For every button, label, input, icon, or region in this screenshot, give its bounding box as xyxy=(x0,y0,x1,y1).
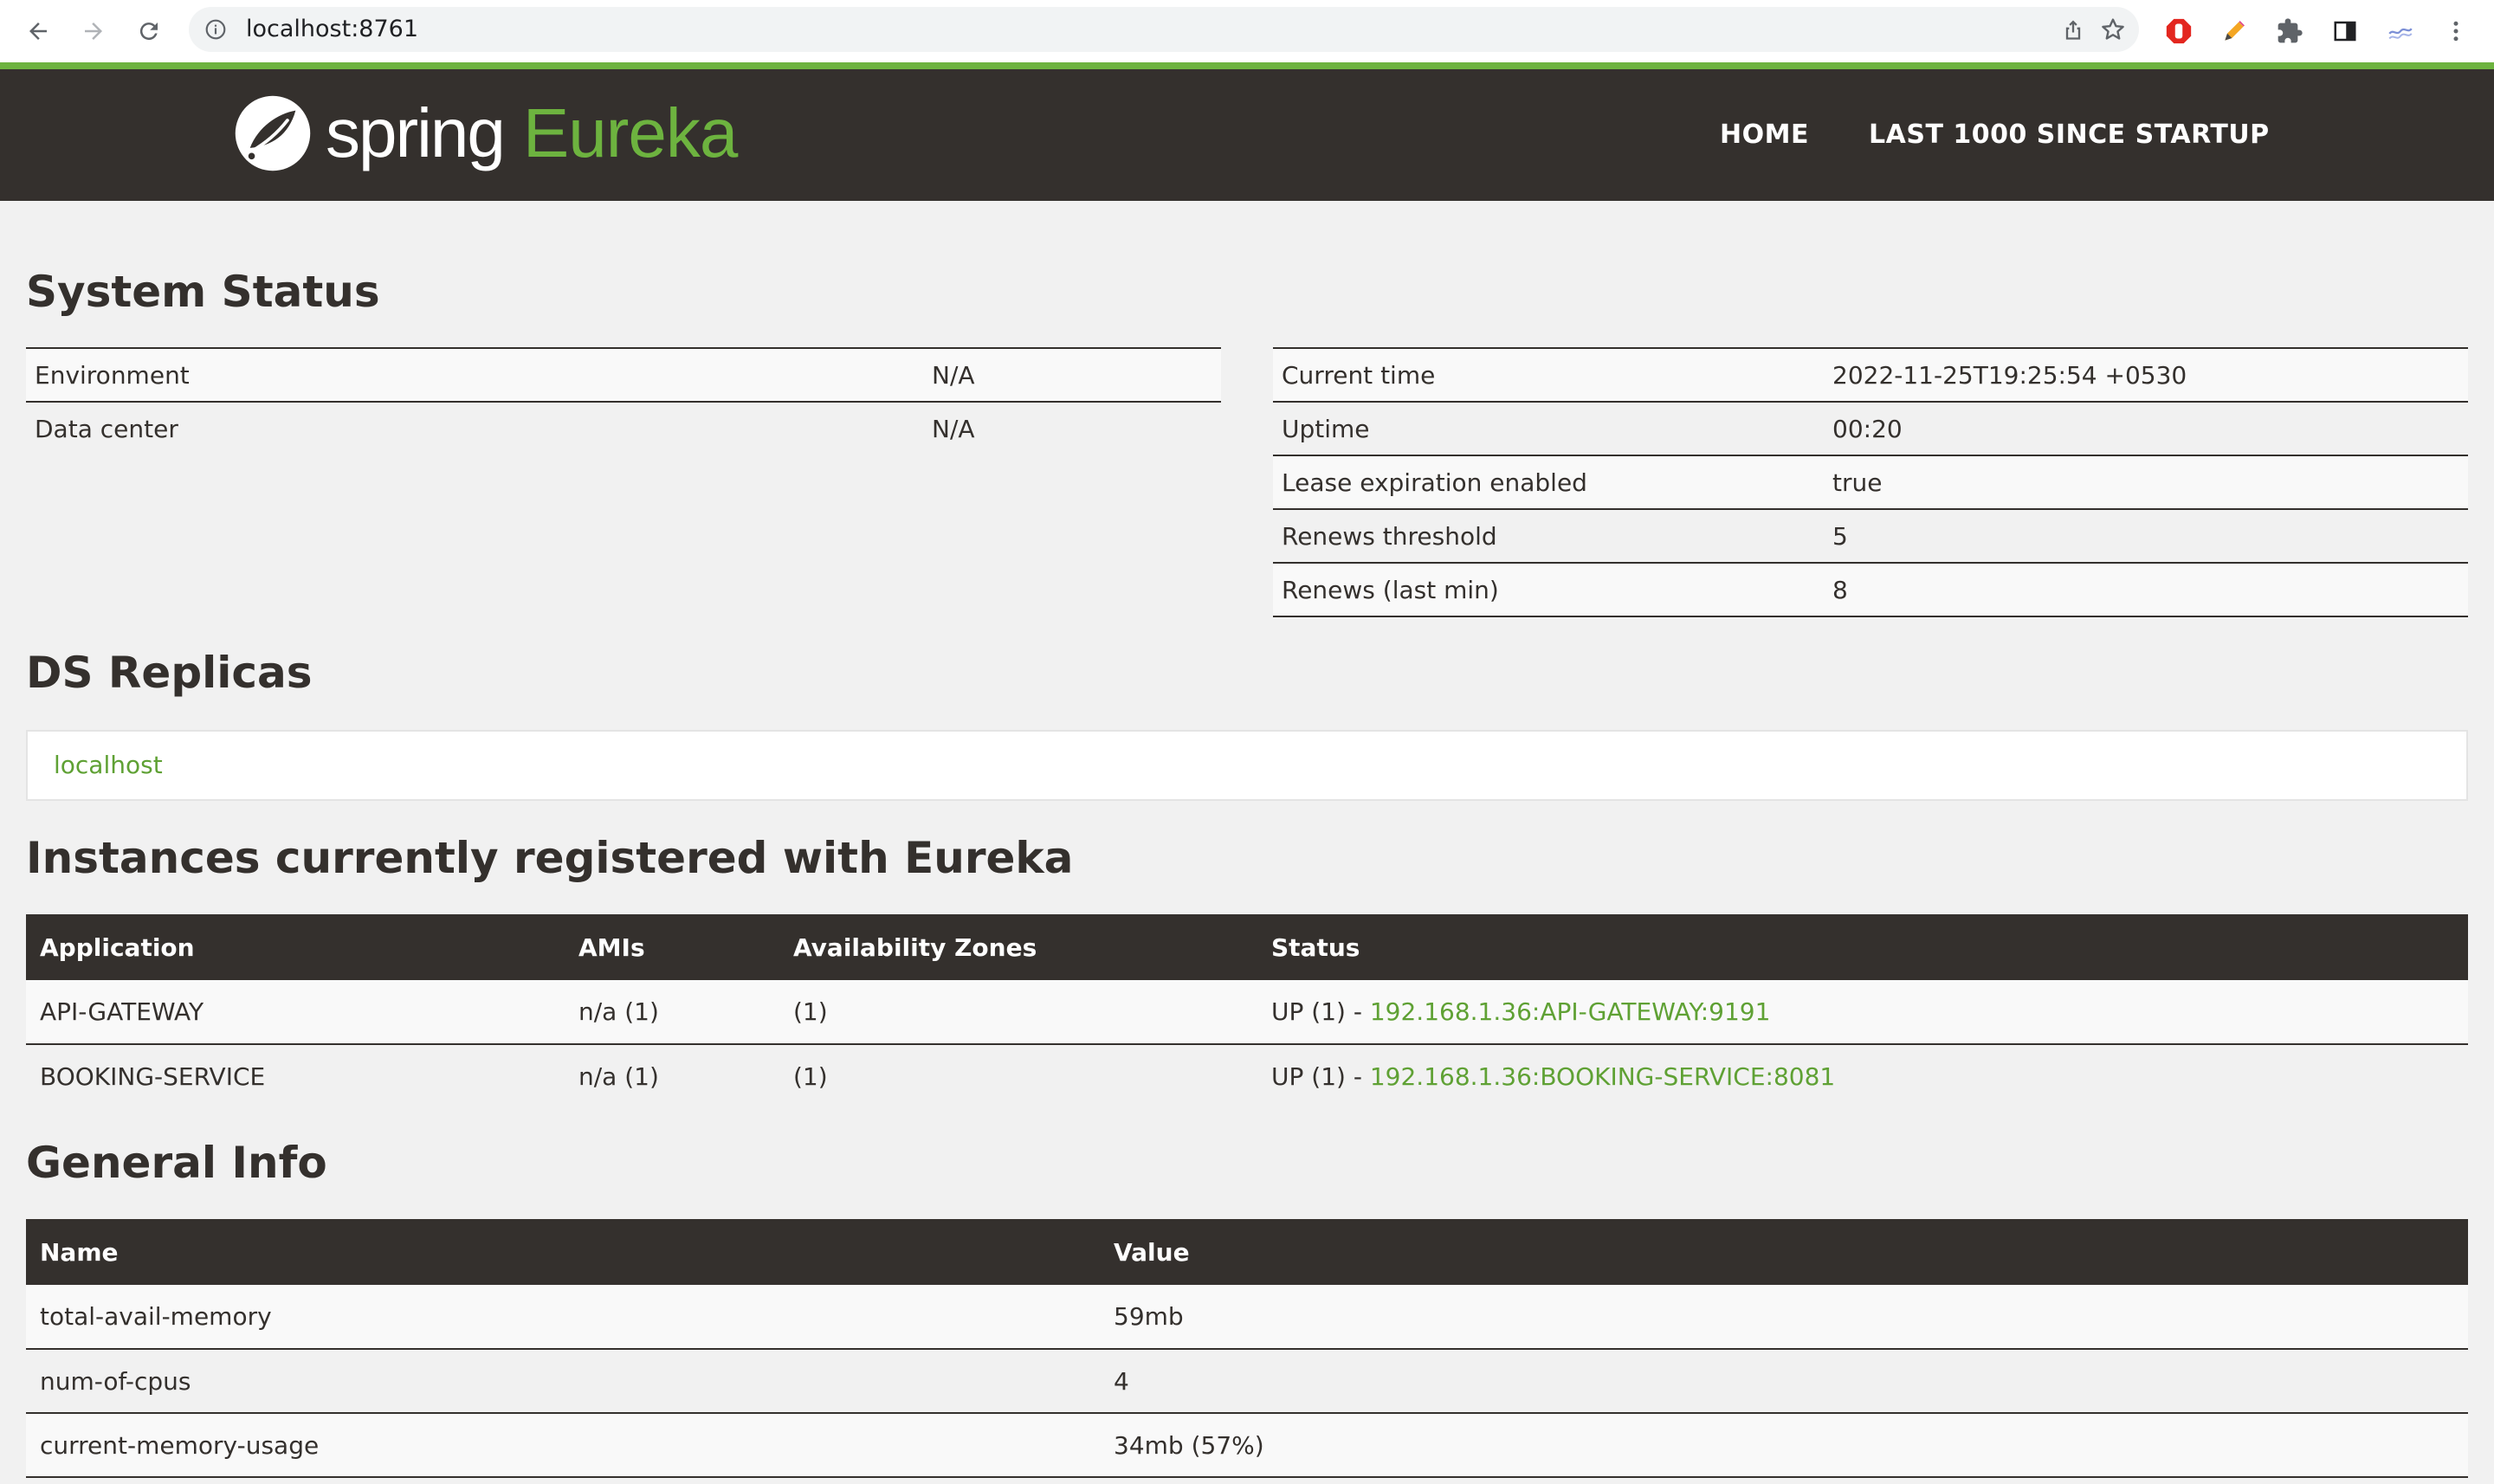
table-row: BOOKING-SERVICE n/a (1) (1) UP (1) - 192… xyxy=(26,1044,2468,1108)
info-name-cell: current-memory-usage xyxy=(26,1413,1100,1478)
lease-expiration-value: true xyxy=(1824,455,2468,509)
brand-accent-bar xyxy=(0,62,2494,69)
general-info-heading: General Info xyxy=(26,1138,327,1188)
table-row: Uptime 00:20 xyxy=(1273,401,2468,455)
table-row: num-of-cpus 4 xyxy=(26,1349,2468,1414)
url-text[interactable]: localhost:8761 xyxy=(246,7,418,52)
general-info-table: Name Value total-avail-memory 59mb num-o… xyxy=(26,1219,2468,1478)
datacenter-key: Data center xyxy=(26,401,923,455)
application-cell: API-GATEWAY xyxy=(26,980,565,1045)
uptime-value: 00:20 xyxy=(1824,401,2468,455)
instances-table: Application AMIs Availability Zones Stat… xyxy=(26,914,2468,1108)
env-key: Environment xyxy=(26,347,923,402)
forward-button[interactable] xyxy=(74,12,113,50)
side-panel-button[interactable] xyxy=(2328,14,2362,48)
reload-icon xyxy=(139,23,158,41)
status-cell: UP (1) - 192.168.1.36:API-GATEWAY:9191 xyxy=(1257,980,2468,1045)
star-icon[interactable] xyxy=(2099,16,2127,43)
zones-cell: (1) xyxy=(793,1062,828,1091)
table-row: Environment N/A xyxy=(26,347,1221,402)
arrow-left-icon xyxy=(29,23,47,40)
browser-toolbar: localhost:8761 xyxy=(0,0,2494,62)
table-row: Lease expiration enabled true xyxy=(1273,455,2468,509)
side-panel-icon xyxy=(2334,21,2356,42)
lease-expiration-key: Lease expiration enabled xyxy=(1273,455,1824,509)
status-cell: UP (1) - 192.168.1.36:BOOKING-SERVICE:80… xyxy=(1257,1044,2468,1108)
table-row: Current time 2022-11-25T19:25:54 +0530 xyxy=(1273,347,2468,402)
table-header-row: Application AMIs Availability Zones Stat… xyxy=(26,914,2468,980)
column-header-value: Value xyxy=(1100,1219,2468,1285)
datacenter-value: N/A xyxy=(923,401,1221,455)
current-time-value: 2022-11-25T19:25:54 +0530 xyxy=(1824,347,2468,402)
table-row: API-GATEWAY n/a (1) (1) UP (1) - 192.168… xyxy=(26,980,2468,1045)
renews-last-min-value: 8 xyxy=(1824,562,2468,617)
share-icon[interactable] xyxy=(2061,17,2085,42)
renews-threshold-key: Renews threshold xyxy=(1273,508,1824,563)
spring-eureka-logo[interactable]: spring Eureka xyxy=(232,90,738,177)
info-value-cell: 4 xyxy=(1100,1349,2468,1414)
column-header-status: Status xyxy=(1257,914,2468,980)
info-value-cell: 59mb xyxy=(1100,1285,2468,1350)
env-value: N/A xyxy=(923,347,1221,402)
uptime-key: Uptime xyxy=(1273,401,1824,455)
logo-spring-text: spring xyxy=(326,94,506,171)
renews-threshold-value: 5 xyxy=(1824,508,2468,563)
stop-sign-icon xyxy=(2166,18,2192,44)
system-status-right-table: Current time 2022-11-25T19:25:54 +0530 U… xyxy=(1273,347,2468,617)
column-header-name: Name xyxy=(26,1219,1100,1285)
avatar-icon xyxy=(2388,28,2413,40)
instance-link[interactable]: 192.168.1.36:BOOKING-SERVICE:8081 xyxy=(1370,1062,1835,1091)
replica-link[interactable]: localhost xyxy=(54,732,163,799)
zones-cell: (1) xyxy=(779,980,1257,1045)
renews-last-min-key: Renews (last min) xyxy=(1273,562,1824,617)
extensions-button[interactable] xyxy=(2272,14,2307,48)
kebab-menu-icon xyxy=(2453,21,2458,42)
reload-button[interactable] xyxy=(130,12,168,50)
amis-cell: n/a (1) xyxy=(578,1062,659,1091)
extension-pencil-button[interactable] xyxy=(2217,14,2252,48)
pencil-icon xyxy=(2225,21,2245,41)
info-name-cell: total-avail-memory xyxy=(26,1285,1100,1350)
table-row: current-memory-usage 34mb (57%) xyxy=(26,1413,2468,1478)
table-header-row: Name Value xyxy=(26,1219,2468,1285)
column-header-application: Application xyxy=(26,914,565,980)
current-time-key: Current time xyxy=(1273,347,1824,402)
info-value-cell: 34mb (57%) xyxy=(1100,1413,2468,1478)
info-name-cell: num-of-cpus xyxy=(26,1349,1100,1414)
instances-heading: Instances currently registered with Eure… xyxy=(26,833,1074,883)
puzzle-icon xyxy=(2278,18,2303,43)
profile-button[interactable] xyxy=(2383,14,2418,48)
application-cell: BOOKING-SERVICE xyxy=(40,1062,266,1091)
address-bar[interactable]: localhost:8761 xyxy=(189,7,2139,52)
extension-adblock-button[interactable] xyxy=(2161,14,2196,48)
system-status-heading: System Status xyxy=(26,267,380,317)
table-row: total-avail-memory 59mb xyxy=(26,1285,2468,1350)
back-button[interactable] xyxy=(19,12,57,50)
browser-menu-button[interactable] xyxy=(2439,14,2473,48)
column-header-amis: AMIs xyxy=(565,914,779,980)
status-text: UP (1) - xyxy=(1271,997,1370,1026)
table-row: Renews (last min) 8 xyxy=(1273,562,2468,617)
arrow-right-icon xyxy=(85,23,102,40)
system-status-left-table: Environment N/A Data center N/A xyxy=(26,347,1221,455)
nav-home-link[interactable]: HOME xyxy=(1720,69,1809,201)
spring-leaf-icon xyxy=(235,95,311,171)
ds-replicas-heading: DS Replicas xyxy=(26,648,313,698)
column-header-zones: Availability Zones xyxy=(779,914,1257,980)
amis-cell: n/a (1) xyxy=(565,980,779,1045)
ds-replicas-panel: localhost xyxy=(26,730,2468,801)
info-icon[interactable] xyxy=(204,18,227,41)
logo-eureka-text: Eureka xyxy=(522,94,738,171)
top-navbar: spring Eureka HOME LAST 1000 SINCE START… xyxy=(0,69,2494,201)
instance-link[interactable]: 192.168.1.36:API-GATEWAY:9191 xyxy=(1370,997,1771,1026)
status-text: UP (1) - xyxy=(1271,1062,1370,1091)
table-row: Renews threshold 5 xyxy=(1273,508,2468,563)
table-row: Data center N/A xyxy=(26,401,1221,455)
nav-last-1000-link[interactable]: LAST 1000 SINCE STARTUP xyxy=(1869,69,2270,201)
